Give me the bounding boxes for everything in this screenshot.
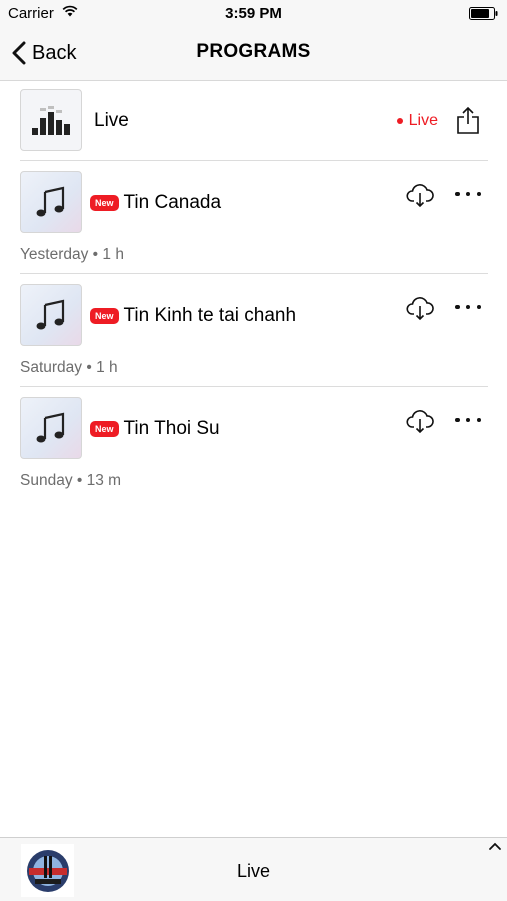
back-button[interactable]: Back (12, 38, 76, 68)
more-icon-dot (455, 304, 460, 310)
download-cloud-icon[interactable] (406, 182, 434, 208)
more-icon-dot (476, 417, 481, 423)
chevron-left-icon (12, 41, 26, 65)
more-icon-dot (476, 304, 481, 310)
battery-icon (469, 7, 498, 20)
more-icon-dot (455, 417, 460, 423)
program-title: Tin Canada (123, 192, 222, 213)
status-time: 3:59 PM (225, 5, 282, 22)
new-badge: New (90, 195, 119, 211)
program-meta: Saturday • 1 h (20, 359, 118, 376)
share-icon[interactable] (456, 106, 480, 134)
download-cloud-icon[interactable] (406, 295, 434, 321)
program-title: Tin Thoi Su (123, 418, 220, 439)
more-icon-dot (465, 304, 471, 310)
back-label: Back (32, 41, 77, 64)
player-title: Live (236, 861, 271, 881)
program-artwork (20, 284, 82, 346)
live-status-label: Live (408, 112, 438, 129)
program-title: Tin Kinh te tai chanh (123, 305, 297, 326)
program-meta: Sunday • 13 m (20, 472, 122, 489)
program-artwork (20, 397, 82, 459)
more-icon-dot (455, 191, 460, 197)
program-row[interactable]: New Tin Kinh te tai chanh Saturday • 1 h (20, 274, 488, 387)
more-options-button[interactable] (455, 414, 481, 426)
music-note-icon (36, 186, 65, 217)
new-badge: New (90, 421, 119, 437)
mini-player[interactable]: Live (0, 837, 507, 901)
program-meta: Yesterday • 1 h (20, 246, 124, 263)
music-note-icon (36, 412, 65, 443)
music-note-icon (36, 299, 65, 330)
more-options-button[interactable] (455, 301, 481, 313)
program-title-group: New Tin Thoi Su (90, 418, 220, 440)
more-icon-dot (465, 191, 471, 197)
live-stream-row[interactable]: Live Live (20, 81, 488, 161)
live-status-indicator: Live (396, 112, 438, 130)
download-cloud-icon[interactable] (406, 408, 434, 434)
more-icon-dot (465, 417, 471, 423)
live-artwork (20, 89, 82, 151)
new-badge: New (90, 308, 119, 324)
live-dot-icon (396, 118, 403, 124)
chevron-up-icon[interactable] (488, 840, 502, 852)
live-title: Live (94, 110, 129, 131)
equalizer-icon (32, 106, 70, 135)
program-row[interactable]: New Tin Canada Yesterday • 1 h (20, 161, 488, 274)
program-list: Live Live New Tin Canada Yesterday • 1 h… (0, 81, 507, 499)
program-title-group: New Tin Kinh te tai chanh (90, 305, 296, 327)
more-icon-dot (476, 191, 481, 197)
program-title-group: New Tin Canada (90, 192, 221, 214)
program-artwork (20, 171, 82, 233)
navigation-bar: Back PROGRAMS (0, 28, 507, 81)
more-options-button[interactable] (455, 188, 481, 200)
status-bar: Carrier 3:59 PM (0, 0, 507, 28)
program-row[interactable]: New Tin Thoi Su Sunday • 13 m (20, 387, 488, 499)
